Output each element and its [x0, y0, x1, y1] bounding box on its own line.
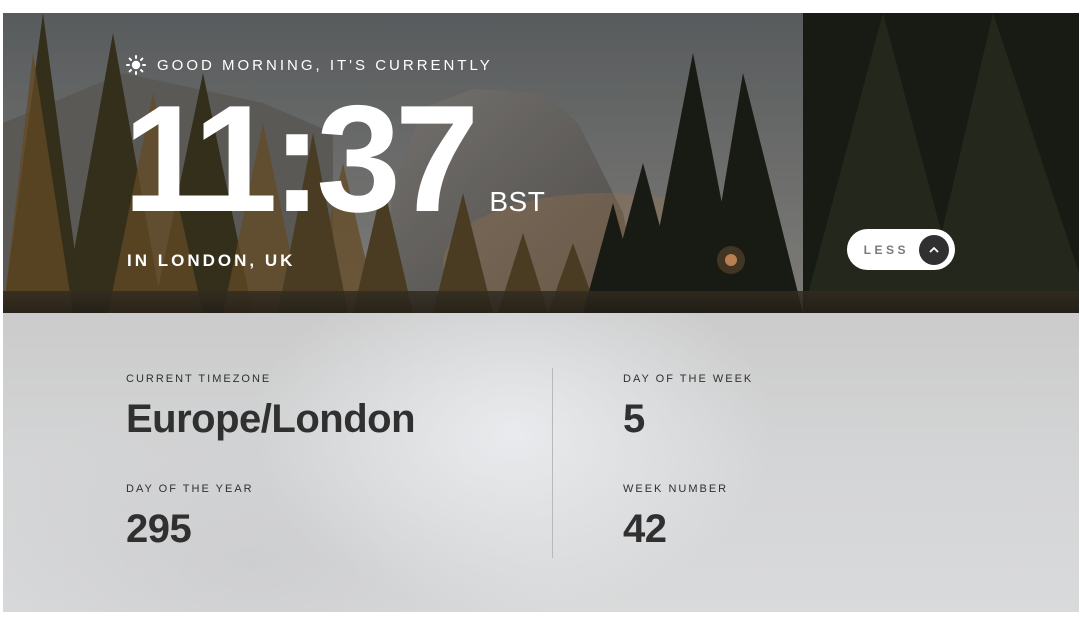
day-of-week-stat: DAY OF THE WEEK 5 — [623, 373, 753, 441]
week-number-label: WEEK NUMBER — [623, 483, 729, 495]
day-of-year-value: 295 — [126, 507, 192, 551]
current-timezone-value: Europe/London — [126, 397, 416, 441]
hero-section: GOOD MORNING, IT'S CURRENTLY 11:37 BST I… — [3, 13, 1079, 313]
timezone-abbreviation: BST — [489, 186, 546, 217]
clock-app: GOOD MORNING, IT'S CURRENTLY 11:37 BST I… — [3, 13, 1079, 612]
greeting-text: GOOD MORNING, IT'S CURRENTLY — [157, 56, 493, 74]
chevron-up-icon — [919, 234, 949, 265]
column-divider — [552, 368, 553, 558]
day-of-year-stat: DAY OF THE YEAR 295 — [126, 483, 254, 551]
day-of-week-value: 5 — [623, 397, 645, 441]
greeting: GOOD MORNING, IT'S CURRENTLY — [126, 55, 493, 75]
week-number-value: 42 — [623, 507, 667, 551]
day-of-year-label: DAY OF THE YEAR — [126, 483, 254, 495]
location-text: IN LONDON, UK — [127, 251, 296, 270]
week-number-stat: WEEK NUMBER 42 — [623, 483, 728, 551]
current-time: 11:37 — [123, 74, 479, 244]
less-toggle-label: LESS — [863, 242, 909, 257]
less-toggle-button[interactable]: LESS — [847, 229, 955, 270]
details-panel: CURRENT TIMEZONE Europe/London DAY OF TH… — [3, 313, 1079, 612]
current-timezone-stat: CURRENT TIMEZONE Europe/London — [126, 373, 416, 441]
current-timezone-label: CURRENT TIMEZONE — [126, 373, 272, 385]
day-of-week-label: DAY OF THE WEEK — [623, 373, 754, 385]
time-display: 11:37 BST — [123, 83, 545, 235]
sun-icon — [126, 55, 146, 75]
